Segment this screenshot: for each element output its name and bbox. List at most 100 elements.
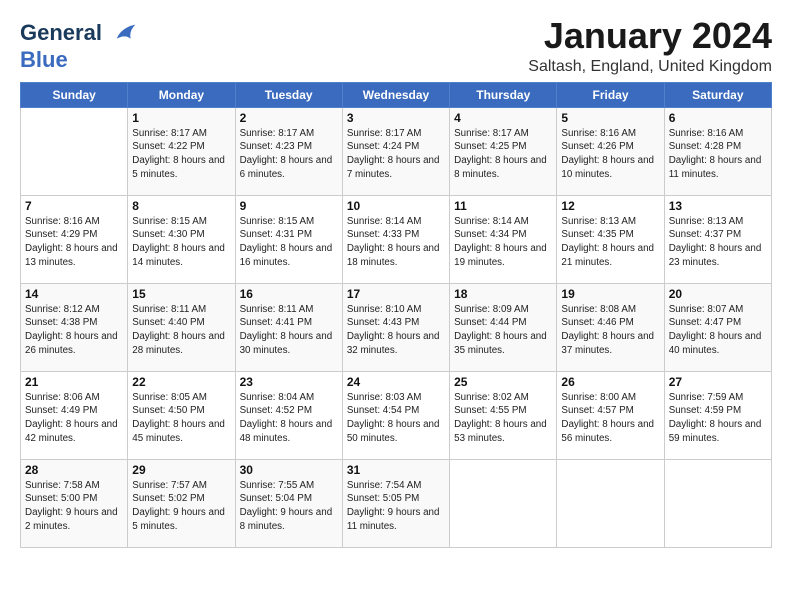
day-number: 15 xyxy=(132,287,230,301)
calendar-cell: 6Sunrise: 8:16 AMSunset: 4:28 PMDaylight… xyxy=(664,107,771,195)
day-detail: Sunrise: 8:04 AMSunset: 4:52 PMDaylight:… xyxy=(240,391,338,446)
calendar-cell: 10 Sunrise: 8:14 AMSunset: 4:33 PMDayligh… xyxy=(342,195,449,283)
calendar-week-row: 1 Sunrise: 8:17 AMSunset: 4:22 PMDaylight… xyxy=(21,107,772,195)
location-subtitle: Saltash, England, United Kingdom xyxy=(528,58,772,76)
calendar-cell: 15 Sunrise: 8:11 AMSunset: 4:40 PMDayligh… xyxy=(128,283,235,371)
day-number: 24 xyxy=(347,375,445,389)
day-number: 17 xyxy=(347,287,445,301)
day-detail: Sunrise: 8:14 AMSunset: 4:34 PMDaylight:… xyxy=(454,215,552,270)
day-number: 30 xyxy=(240,463,338,477)
day-detail: Sunrise: 8:16 AMSunset: 4:29 PMDaylight:… xyxy=(25,215,123,270)
day-number: 3 xyxy=(347,111,445,125)
calendar-cell: 23 Sunrise: 8:04 AMSunset: 4:52 PMDayligh… xyxy=(235,371,342,459)
day-detail: Sunrise: 8:17 AMSunset: 4:23 PMDaylight:… xyxy=(240,127,338,182)
weekday-header-friday: Friday xyxy=(557,82,664,107)
day-detail: Sunrise: 8:07 AMSunset: 4:47 PMDaylight:… xyxy=(669,303,767,358)
day-detail: Sunrise: 7:57 AMSunset: 5:02 PMDaylight:… xyxy=(132,479,230,534)
day-number: 6 xyxy=(669,111,767,125)
calendar-week-row: 21 Sunrise: 8:06 AMSunset: 4:49 PMDayligh… xyxy=(21,371,772,459)
day-number: 23 xyxy=(240,375,338,389)
day-detail: Sunrise: 8:00 AMSunset: 4:57 PMDaylight:… xyxy=(561,391,659,446)
calendar-cell: 9 Sunrise: 8:15 AMSunset: 4:31 PMDaylight… xyxy=(235,195,342,283)
day-number: 1 xyxy=(132,111,230,125)
calendar-cell: 28Sunrise: 7:58 AMSunset: 5:00 PMDayligh… xyxy=(21,459,128,547)
day-detail: Sunrise: 8:15 AMSunset: 4:30 PMDaylight:… xyxy=(132,215,230,270)
logo-bird-icon xyxy=(112,20,140,48)
day-detail: Sunrise: 8:02 AMSunset: 4:55 PMDaylight:… xyxy=(454,391,552,446)
day-detail: Sunrise: 8:15 AMSunset: 4:31 PMDaylight:… xyxy=(240,215,338,270)
calendar-body: 1 Sunrise: 8:17 AMSunset: 4:22 PMDaylight… xyxy=(21,107,772,547)
day-number: 4 xyxy=(454,111,552,125)
calendar-cell: 7 Sunrise: 8:16 AMSunset: 4:29 PMDaylight… xyxy=(21,195,128,283)
day-number: 22 xyxy=(132,375,230,389)
day-number: 7 xyxy=(25,199,123,213)
calendar-header-row: SundayMondayTuesdayWednesdayThursdayFrid… xyxy=(21,82,772,107)
calendar-cell: 3 Sunrise: 8:17 AMSunset: 4:24 PMDaylight… xyxy=(342,107,449,195)
calendar-cell: 4 Sunrise: 8:17 AMSunset: 4:25 PMDaylight… xyxy=(450,107,557,195)
day-detail: Sunrise: 8:03 AMSunset: 4:54 PMDaylight:… xyxy=(347,391,445,446)
calendar-table: SundayMondayTuesdayWednesdayThursdayFrid… xyxy=(20,82,772,548)
month-title: January 2024 xyxy=(528,16,772,56)
calendar-cell xyxy=(21,107,128,195)
calendar-cell: 29 Sunrise: 7:57 AMSunset: 5:02 PMDayligh… xyxy=(128,459,235,547)
weekday-header-thursday: Thursday xyxy=(450,82,557,107)
day-number: 9 xyxy=(240,199,338,213)
logo-line2: Blue xyxy=(20,48,140,72)
day-number: 11 xyxy=(454,199,552,213)
weekday-header-wednesday: Wednesday xyxy=(342,82,449,107)
day-number: 20 xyxy=(669,287,767,301)
day-detail: Sunrise: 7:58 AMSunset: 5:00 PMDaylight:… xyxy=(25,479,123,534)
day-detail: Sunrise: 8:13 AMSunset: 4:37 PMDaylight:… xyxy=(669,215,767,270)
weekday-header-monday: Monday xyxy=(128,82,235,107)
calendar-cell: 31 Sunrise: 7:54 AMSunset: 5:05 PMDayligh… xyxy=(342,459,449,547)
day-number: 2 xyxy=(240,111,338,125)
day-number: 31 xyxy=(347,463,445,477)
calendar-cell: 24 Sunrise: 8:03 AMSunset: 4:54 PMDayligh… xyxy=(342,371,449,459)
calendar-cell xyxy=(450,459,557,547)
calendar-cell xyxy=(557,459,664,547)
day-detail: Sunrise: 8:05 AMSunset: 4:50 PMDaylight:… xyxy=(132,391,230,446)
calendar-week-row: 7 Sunrise: 8:16 AMSunset: 4:29 PMDaylight… xyxy=(21,195,772,283)
calendar-cell: 21 Sunrise: 8:06 AMSunset: 4:49 PMDayligh… xyxy=(21,371,128,459)
header: General Blue January 2024 Saltash, Engla… xyxy=(20,16,772,76)
day-number: 14 xyxy=(25,287,123,301)
day-number: 29 xyxy=(132,463,230,477)
calendar-cell: 19Sunrise: 8:08 AMSunset: 4:46 PMDayligh… xyxy=(557,283,664,371)
day-detail: Sunrise: 8:12 AMSunset: 4:38 PMDaylight:… xyxy=(25,303,123,358)
day-detail: Sunrise: 8:17 AMSunset: 4:25 PMDaylight:… xyxy=(454,127,552,182)
day-number: 21 xyxy=(25,375,123,389)
day-number: 26 xyxy=(561,375,659,389)
calendar-cell: 20 Sunrise: 8:07 AMSunset: 4:47 PMDayligh… xyxy=(664,283,771,371)
day-number: 12 xyxy=(561,199,659,213)
calendar-cell: 14 Sunrise: 8:12 AMSunset: 4:38 PMDayligh… xyxy=(21,283,128,371)
day-detail: Sunrise: 8:16 AMSunset: 4:26 PMDaylight:… xyxy=(561,127,659,182)
day-detail: Sunrise: 7:59 AMSunset: 4:59 PMDaylight:… xyxy=(669,391,767,446)
day-number: 27 xyxy=(669,375,767,389)
day-detail: Sunrise: 7:54 AMSunset: 5:05 PMDaylight:… xyxy=(347,479,445,534)
day-number: 5 xyxy=(561,111,659,125)
day-detail: Sunrise: 8:17 AMSunset: 4:24 PMDaylight:… xyxy=(347,127,445,182)
calendar-cell: 16Sunrise: 8:11 AMSunset: 4:41 PMDayligh… xyxy=(235,283,342,371)
calendar-cell: 12 Sunrise: 8:13 AMSunset: 4:35 PMDayligh… xyxy=(557,195,664,283)
day-detail: Sunrise: 8:06 AMSunset: 4:49 PMDaylight:… xyxy=(25,391,123,446)
calendar-cell: 25Sunrise: 8:02 AMSunset: 4:55 PMDayligh… xyxy=(450,371,557,459)
weekday-header-saturday: Saturday xyxy=(664,82,771,107)
calendar-cell: 2 Sunrise: 8:17 AMSunset: 4:23 PMDaylight… xyxy=(235,107,342,195)
day-detail: Sunrise: 8:11 AMSunset: 4:40 PMDaylight:… xyxy=(132,303,230,358)
calendar-cell: 27 Sunrise: 7:59 AMSunset: 4:59 PMDayligh… xyxy=(664,371,771,459)
day-detail: Sunrise: 8:09 AMSunset: 4:44 PMDaylight:… xyxy=(454,303,552,358)
calendar-week-row: 14 Sunrise: 8:12 AMSunset: 4:38 PMDayligh… xyxy=(21,283,772,371)
calendar-cell: 8Sunrise: 8:15 AMSunset: 4:30 PMDaylight… xyxy=(128,195,235,283)
day-number: 16 xyxy=(240,287,338,301)
day-detail: Sunrise: 8:17 AMSunset: 4:22 PMDaylight:… xyxy=(132,127,230,182)
calendar-cell: 11 Sunrise: 8:14 AMSunset: 4:34 PMDayligh… xyxy=(450,195,557,283)
day-detail: Sunrise: 8:13 AMSunset: 4:35 PMDaylight:… xyxy=(561,215,659,270)
calendar-week-row: 28Sunrise: 7:58 AMSunset: 5:00 PMDayligh… xyxy=(21,459,772,547)
calendar-cell: 1 Sunrise: 8:17 AMSunset: 4:22 PMDaylight… xyxy=(128,107,235,195)
logo-line1: General xyxy=(20,20,140,48)
calendar-cell xyxy=(664,459,771,547)
day-detail: Sunrise: 8:14 AMSunset: 4:33 PMDaylight:… xyxy=(347,215,445,270)
day-number: 10 xyxy=(347,199,445,213)
calendar-cell: 13Sunrise: 8:13 AMSunset: 4:37 PMDayligh… xyxy=(664,195,771,283)
day-number: 19 xyxy=(561,287,659,301)
